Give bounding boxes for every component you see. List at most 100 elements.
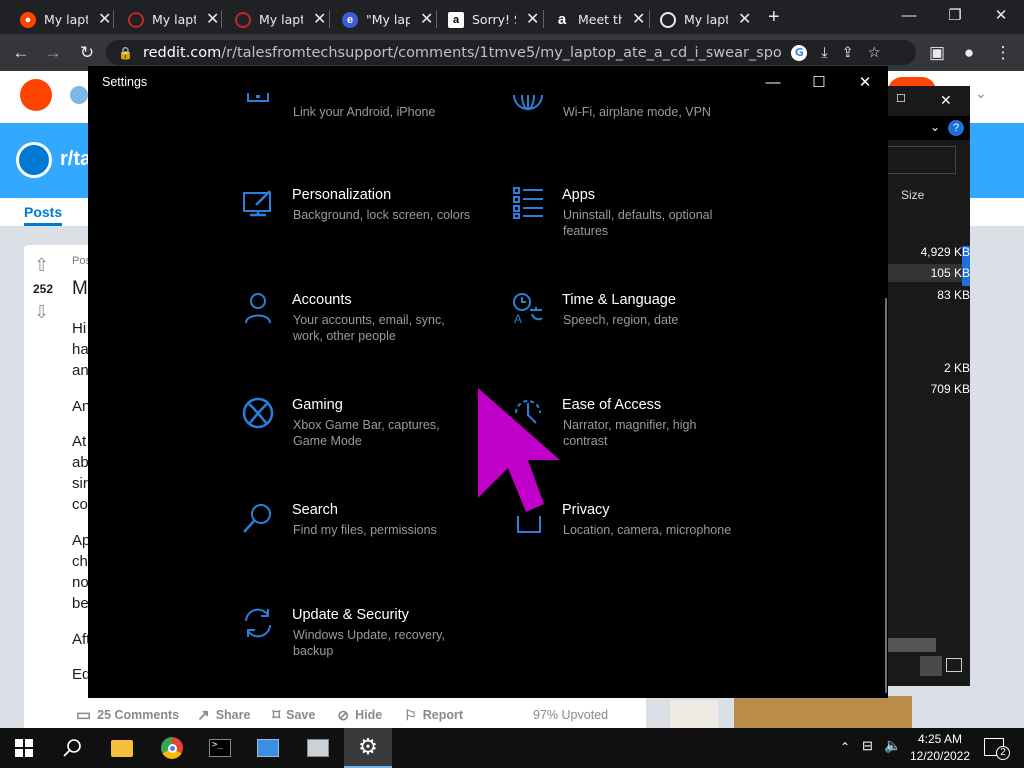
comments-button[interactable]: 25 Comments (97, 708, 179, 722)
globe-icon (660, 11, 676, 28)
windows-logo-icon (15, 739, 33, 757)
start-button[interactable] (0, 728, 48, 768)
details-view-icon[interactable] (920, 656, 942, 676)
apps-list-icon (513, 187, 543, 219)
bookmark-star-icon[interactable]: ☆ (868, 45, 881, 61)
terminal-taskbar-button[interactable]: >_ (196, 728, 244, 768)
profile-icon[interactable]: ● (956, 40, 982, 66)
post-actions-bar: ▭ 25 Comments ↗ Share ⌑ Save ⊘ Hide ⚐ Re… (24, 700, 646, 730)
close-window-button[interactable]: ✕ (978, 0, 1024, 30)
settings-taskbar-button[interactable]: ⚙ (344, 728, 392, 768)
share-icon[interactable]: ⇪ (842, 45, 854, 61)
close-tab-icon[interactable]: ✕ (313, 11, 326, 28)
maximize-button[interactable]: ☐ (796, 66, 842, 98)
chevron-up-icon[interactable]: ⌃ (840, 740, 850, 754)
settings-item-desc: Speech, region, date (563, 313, 679, 327)
close-tab-icon[interactable]: ✕ (98, 11, 111, 28)
back-button[interactable]: ← (8, 40, 34, 66)
hide-button[interactable]: Hide (355, 708, 382, 722)
upvote-ratio: 97% Upvoted (533, 708, 609, 722)
network-icon[interactable]: ⊟ (862, 738, 873, 754)
settings-scrollbar[interactable] (885, 298, 887, 693)
download-icon[interactable]: ⤓ (821, 45, 827, 61)
lock-icon: 🔒 (118, 45, 133, 60)
chrome-taskbar-button[interactable] (148, 728, 196, 768)
restore-icon[interactable]: ☐ (896, 92, 906, 105)
settings-item-name: Update & Security (292, 607, 409, 623)
app-taskbar-button[interactable] (294, 728, 342, 768)
browser-tab[interactable]: a Sorry! S ✕ (436, 5, 539, 34)
restore-button[interactable]: ❐ (932, 0, 978, 30)
post-text: be (72, 595, 89, 612)
close-tab-icon[interactable]: ✕ (738, 11, 751, 28)
reddit-icon: ● (20, 11, 36, 28)
chevron-down-icon[interactable]: ⌄ (930, 120, 940, 134)
gear-icon: ⚙ (358, 734, 378, 759)
share-button[interactable]: Share (216, 708, 251, 722)
quora-icon (128, 11, 144, 28)
close-icon[interactable]: ✕ (940, 92, 952, 109)
post-text: an (72, 362, 89, 379)
minimize-button[interactable]: — (750, 66, 796, 98)
reload-button[interactable]: ↻ (74, 40, 100, 66)
downvote-icon[interactable]: ⇩ (34, 302, 49, 323)
browser-tab[interactable]: a Meet th ✕ (542, 5, 645, 34)
menu-icon[interactable]: ⋮ (990, 40, 1016, 66)
photos-taskbar-button[interactable] (244, 728, 292, 768)
close-tab-icon[interactable]: ✕ (526, 11, 539, 28)
browser-tab[interactable]: My laptop ✕ (648, 5, 751, 34)
sidebar-image (734, 696, 912, 728)
system-clock[interactable]: 4:25 AM 12/20/2022 (905, 731, 975, 765)
chevron-down-icon[interactable]: ⌄ (975, 85, 987, 102)
settings-item-desc: Wi-Fi, airplane mode, VPN (563, 105, 711, 119)
google-icon[interactable]: G (791, 44, 808, 61)
file-explorer-taskbar-button[interactable] (98, 728, 146, 768)
side-panel-icon[interactable]: ▣ (924, 40, 950, 66)
settings-item-desc: Uninstall, defaults, optional features (563, 208, 713, 238)
settings-item-desc: Your accounts, email, sync, work, other … (293, 313, 445, 343)
size-column-header[interactable]: Size (901, 188, 924, 202)
close-button[interactable]: ✕ (842, 66, 888, 98)
volume-icon[interactable]: 🔈 (884, 737, 901, 754)
url-domain: reddit.com (142, 44, 222, 61)
svg-text:A: A (514, 312, 522, 324)
search-icon (63, 739, 81, 757)
person-icon (245, 293, 271, 324)
upvote-icon[interactable]: ⇧ (34, 255, 49, 276)
subreddit-avatar[interactable] (16, 142, 52, 178)
close-tab-icon[interactable]: ✕ (632, 11, 645, 28)
tab-posts[interactable]: Posts (24, 204, 63, 226)
browser-tab[interactable]: My laptop ✕ (223, 5, 326, 34)
hide-icon: ⊘ (337, 706, 350, 723)
close-tab-icon[interactable]: ✕ (206, 11, 219, 28)
post-text: At (72, 433, 87, 450)
browser-tab[interactable]: ● My laptop ✕ (8, 5, 111, 34)
search-button[interactable] (48, 728, 96, 768)
chrome-icon (161, 737, 183, 759)
settings-item-desc: Link your Android, iPhone (293, 105, 436, 119)
browser-tab[interactable]: My laptop ✕ (116, 5, 219, 34)
globe-icon[interactable] (70, 86, 88, 104)
reddit-logo-icon[interactable] (20, 79, 52, 111)
browser-tab-strip: ● My laptop ✕ My laptop ✕ My laptop ✕ e … (0, 0, 1024, 34)
large-icons-view-icon[interactable] (946, 658, 962, 672)
address-bar[interactable]: 🔒 reddit.com /r/talesfromtechsupport/com… (106, 40, 916, 65)
browser-tab[interactable]: e "My laptop ✕ (330, 5, 433, 34)
url-path: /r/talesfromtechsupport/comments/1tmve5/… (221, 44, 782, 61)
minimize-button[interactable]: — (886, 0, 932, 30)
mouse-pointer-icon (478, 388, 560, 512)
subreddit-name[interactable]: r/ta (60, 148, 91, 171)
folder-icon (111, 739, 133, 757)
forward-button[interactable]: → (40, 40, 66, 66)
help-icon[interactable]: ? (948, 120, 964, 136)
settings-item-desc: Windows Update, recovery, backup (293, 628, 445, 658)
xbox-icon (242, 397, 274, 429)
settings-item-name: Accounts (292, 292, 352, 308)
new-tab-button[interactable]: + (768, 6, 780, 29)
report-button[interactable]: Report (423, 708, 463, 722)
post-title[interactable]: M (72, 278, 88, 300)
search-input[interactable] (886, 146, 956, 174)
phone-icon (247, 93, 269, 102)
save-button[interactable]: Save (286, 708, 315, 722)
close-tab-icon[interactable]: ✕ (420, 11, 433, 28)
